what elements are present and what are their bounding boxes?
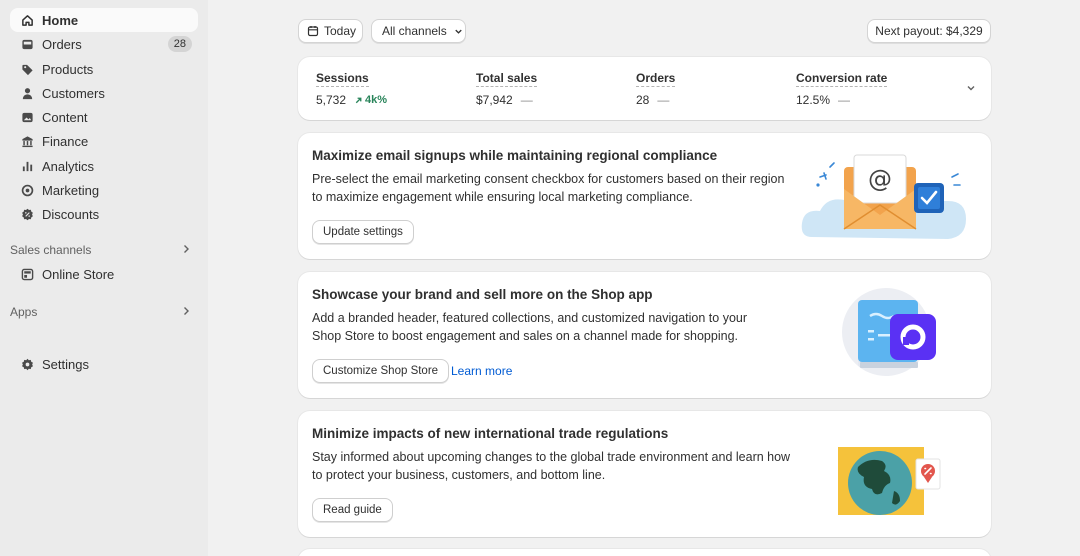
sidebar-item-home[interactable]: Home: [10, 8, 198, 32]
card-body: Add a branded header, featured collectio…: [312, 311, 748, 343]
card-body: Pre-select the email marketing consent c…: [312, 172, 785, 204]
trade-regulations-card: Minimize impacts of new international tr…: [298, 411, 991, 537]
sidebar-item-label: Finance: [42, 133, 89, 149]
next-payout-label: Next payout: $4,329: [875, 24, 983, 38]
shop-app-card: Showcase your brand and sell more on the…: [298, 272, 991, 398]
sidebar-item-label: Marketing: [42, 182, 100, 198]
sidebar-item-label: Online Store: [42, 266, 115, 282]
email-signups-card: Maximize email signups while maintaining…: [298, 133, 991, 259]
metric-value: 28: [636, 93, 650, 107]
sidebar-item-label: Orders: [42, 36, 82, 52]
card-title: Minimize impacts of new international tr…: [312, 426, 669, 441]
main-content: Today All channels Next payout: $4,329 S…: [208, 0, 1080, 556]
metric-label: Total sales: [476, 71, 538, 87]
sidebar-item-label: Home: [42, 12, 79, 28]
update-settings-button[interactable]: Update settings: [312, 220, 414, 244]
metric-trend: —: [657, 93, 670, 107]
apps-label: Apps: [10, 305, 38, 319]
date-range-label: Today: [324, 24, 357, 38]
metric-conversion-rate[interactable]: Conversion rate 12.5% —: [796, 70, 946, 107]
sidebar-item-content[interactable]: Content: [10, 105, 198, 129]
card-title: Maximize email signups while maintaining…: [312, 148, 718, 163]
date-range-button[interactable]: Today: [298, 19, 363, 43]
target-icon: [20, 183, 34, 197]
metric-label: Orders: [636, 71, 676, 87]
metric-value: 12.5%: [796, 93, 831, 107]
chevron-right-icon: [180, 305, 192, 320]
image-icon: [20, 110, 34, 124]
gear-icon: [20, 357, 34, 371]
sidebar-item-orders[interactable]: Orders 28: [10, 32, 198, 56]
card-body: Stay informed about upcoming changes to …: [312, 450, 791, 482]
inbox-icon: [20, 37, 34, 51]
metric-orders[interactable]: Orders 28 —: [636, 70, 786, 107]
sidebar-item-products[interactable]: Products: [10, 57, 198, 81]
apps-section[interactable]: Apps: [10, 302, 198, 322]
metric-value: $7,942: [476, 93, 513, 107]
metric-trend: —: [520, 93, 533, 107]
calendar-icon: [307, 25, 319, 37]
metric-total-sales[interactable]: Total sales $7,942 —: [476, 70, 626, 107]
sidebar-item-marketing[interactable]: Marketing: [10, 178, 198, 202]
bar-chart-icon: [20, 159, 34, 173]
sidebar-item-finance[interactable]: Finance: [10, 129, 198, 153]
metric-label: Conversion rate: [796, 71, 888, 87]
person-icon: [20, 86, 34, 100]
sidebar: Home Orders 28 Products Customers Conten…: [0, 0, 208, 556]
learn-more-link[interactable]: Learn more: [451, 364, 512, 378]
metric-trend: 4k%: [365, 94, 388, 106]
sidebar-item-discounts[interactable]: Discounts: [10, 202, 198, 226]
bank-icon: [20, 134, 34, 148]
orders-count-badge: 28: [167, 36, 192, 52]
channel-filter-label: All channels: [382, 24, 447, 38]
sidebar-item-label: Analytics: [42, 158, 95, 174]
globe-map-illustration: [836, 441, 946, 524]
home-icon: [20, 13, 34, 27]
chevron-right-icon: [180, 243, 192, 258]
discount-icon: [20, 207, 34, 221]
card-title: Showcase your brand and sell more on the…: [312, 287, 653, 302]
sidebar-item-label: Customers: [42, 85, 105, 101]
metric-value: 5,732: [316, 93, 347, 107]
expand-metrics-chevron-icon[interactable]: [965, 82, 977, 94]
email-envelope-illustration: @: [798, 145, 978, 248]
metric-sessions[interactable]: Sessions 5,732 4k%: [316, 70, 466, 107]
customize-shop-store-button[interactable]: Customize Shop Store: [312, 359, 450, 383]
sidebar-item-label: Products: [42, 61, 94, 77]
sidebar-item-settings[interactable]: Settings: [10, 352, 198, 376]
sidebar-item-label: Content: [42, 109, 88, 125]
tag-icon: [20, 62, 34, 76]
sidebar-item-label: Discounts: [42, 206, 100, 222]
metrics-card: Sessions 5,732 4k% Total sales $7,942 — …: [298, 57, 991, 120]
channel-filter-dropdown[interactable]: All channels: [371, 19, 466, 43]
sidebar-item-customers[interactable]: Customers: [10, 81, 198, 105]
shop-app-illustration: [838, 286, 948, 379]
sidebar-item-analytics[interactable]: Analytics: [10, 154, 198, 178]
sales-channels-label: Sales channels: [10, 243, 92, 257]
sidebar-item-online-store[interactable]: Online Store: [10, 262, 198, 286]
sales-channels-section[interactable]: Sales channels: [10, 240, 198, 260]
trend-up-badge: 4k%: [354, 94, 387, 106]
metric-label: Sessions: [316, 71, 369, 87]
read-guide-button[interactable]: Read guide: [312, 498, 393, 522]
sidebar-item-label: Settings: [42, 356, 89, 372]
next-card-partial: [298, 549, 991, 556]
chevron-down-icon: [453, 26, 464, 37]
svg-text:@: @: [868, 165, 892, 193]
storefront-icon: [20, 267, 34, 281]
arrow-up-right-icon: [355, 97, 362, 103]
next-payout-button[interactable]: Next payout: $4,329: [867, 19, 991, 43]
metric-trend: —: [838, 93, 851, 107]
